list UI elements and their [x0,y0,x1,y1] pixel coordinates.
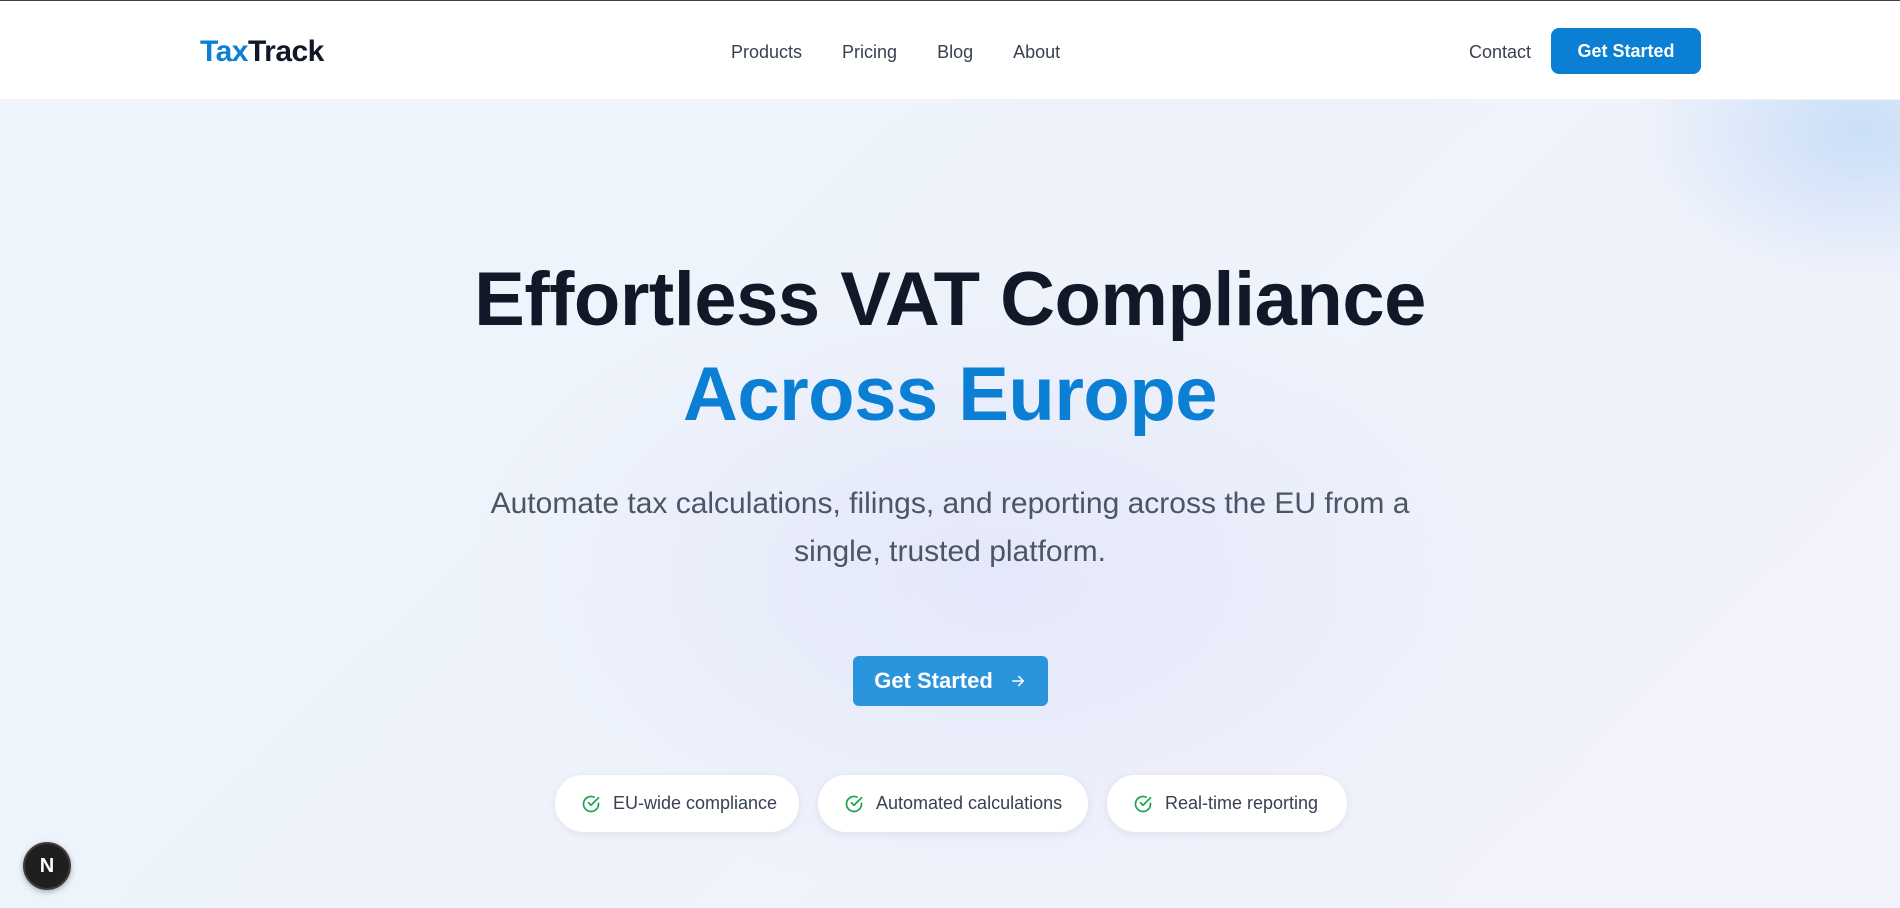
headline-line-1: Effortless VAT Compliance [474,257,1426,342]
hero-headline: Effortless VAT Compliance Across Europe [0,252,1900,442]
dev-tools-badge[interactable]: N [23,842,71,890]
check-circle-icon [582,795,600,812]
headline-line-2: Across Europe [682,352,1218,437]
feature-pill: EU-wide compliance [555,775,799,832]
hero-cta-label: Get Started [874,668,993,693]
logo-part-track: Track [247,35,324,68]
feature-pill: Automated calculations [818,775,1088,832]
logo-part-tax: Tax [200,35,248,68]
hero-section: Effortless VAT Compliance Across Europe … [0,100,1900,908]
nav-link-blog[interactable]: Blog [937,40,973,64]
logo-link[interactable]: TaxTrack [200,34,324,70]
nav-link-products[interactable]: Products [731,40,802,64]
feature-pill: Real-time reporting [1107,775,1347,832]
arrow-right-icon [1011,675,1024,687]
nav-link-pricing[interactable]: Pricing [842,40,897,64]
hero-subtitle: Automate tax calculations, filings, and … [490,487,1410,568]
primary-nav: Products Pricing Blog About [731,40,1060,64]
nav-link-about[interactable]: About [1013,40,1060,64]
feature-pill-label: EU-wide compliance [613,793,778,813]
check-circle-icon [845,795,863,812]
feature-pill-label: Automated calculations [876,793,1063,813]
check-circle-icon [1134,795,1152,812]
navbar: TaxTrack Products Pricing Blog About Con… [0,1,1900,100]
hero-get-started-button[interactable]: Get Started [853,656,1048,706]
header-get-started-button[interactable]: Get Started [1551,28,1701,74]
feature-pill-label: Real-time reporting [1165,793,1319,813]
nav-link-contact[interactable]: Contact [1469,40,1531,64]
